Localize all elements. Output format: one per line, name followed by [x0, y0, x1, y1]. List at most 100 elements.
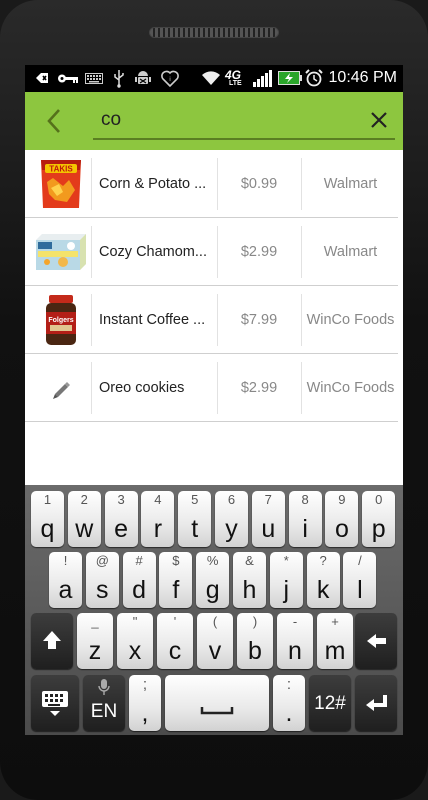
- chevron-left-icon: [47, 109, 60, 133]
- lte-label: LTE: [229, 80, 242, 87]
- key-secondary: 3: [117, 492, 125, 507]
- key-x[interactable]: " x: [117, 613, 153, 669]
- earpiece-speaker: [149, 27, 279, 38]
- divider: [217, 158, 218, 210]
- key-a[interactable]: ! a: [49, 552, 82, 608]
- key-secondary: 5: [191, 492, 199, 507]
- key-primary: i: [302, 515, 308, 543]
- divider: [301, 362, 302, 414]
- divider: [91, 158, 92, 210]
- enter-arrow-icon: [366, 695, 387, 711]
- divider: [217, 362, 218, 414]
- item-store: Walmart: [323, 176, 378, 192]
- shift-key[interactable]: [31, 613, 73, 669]
- key-secondary: *: [283, 553, 289, 568]
- key-n[interactable]: -n: [277, 613, 313, 669]
- list-item[interactable]: Folgers Instant Coffee ... $7.99 WinCo F…: [25, 286, 398, 354]
- key-l[interactable]: / l: [343, 552, 377, 608]
- key-icon: [58, 74, 78, 83]
- language-key[interactable]: EN: [83, 675, 125, 731]
- key-m[interactable]: + m: [317, 613, 353, 669]
- key-w[interactable]: 2w: [67, 491, 101, 547]
- space-key[interactable]: [165, 675, 269, 731]
- key-primary: p: [371, 515, 386, 543]
- backspace-key[interactable]: [355, 613, 397, 669]
- key-z[interactable]: _ z: [77, 613, 113, 669]
- svg-text:i: i: [169, 77, 170, 83]
- key-u[interactable]: 7u: [251, 491, 285, 547]
- item-price: $7.99: [240, 312, 278, 328]
- back-button[interactable]: [39, 104, 71, 138]
- divider: [91, 226, 92, 278]
- item-price: $0.99: [240, 176, 278, 192]
- key-d[interactable]: # d: [122, 552, 156, 608]
- coffee-brand-text: Folgers: [48, 317, 73, 324]
- key-secondary: 0: [375, 492, 383, 507]
- keyboard-icon: [36, 73, 48, 83]
- period-key[interactable]: : .: [273, 675, 305, 731]
- key-primary: y: [225, 515, 238, 543]
- key-primary: d: [132, 576, 147, 604]
- key-v[interactable]: (v: [197, 613, 233, 669]
- key-q[interactable]: 1q: [31, 491, 64, 547]
- key-secondary: &: [245, 553, 254, 568]
- item-name: Oreo cookies: [99, 380, 185, 396]
- divider: [91, 294, 92, 346]
- keyboard-settings-key[interactable]: [31, 675, 79, 731]
- key-primary: w: [75, 515, 94, 543]
- key-g[interactable]: % g: [196, 552, 230, 608]
- key-f[interactable]: $ f: [159, 552, 193, 608]
- list-item[interactable]: Oreo cookies $2.99 WinCo Foods: [25, 354, 398, 422]
- key-e[interactable]: 3e: [104, 491, 138, 547]
- 4g-lte-icon: 4G LTE: [225, 68, 247, 90]
- signal-icon: [253, 70, 272, 87]
- key-p[interactable]: 0p: [362, 491, 396, 547]
- key-secondary: -: [292, 614, 298, 629]
- key-k[interactable]: ? k: [306, 552, 340, 608]
- key-b[interactable]: ) b: [237, 613, 273, 669]
- item-name: Cozy Chamom...: [99, 244, 207, 260]
- key-r[interactable]: 4r: [141, 491, 175, 547]
- key-primary: z: [88, 637, 102, 665]
- tea-box-image: [33, 224, 89, 280]
- key-secondary: $: [172, 553, 180, 568]
- key-h[interactable]: & h: [233, 552, 266, 608]
- key-j[interactable]: * j: [269, 552, 303, 608]
- item-store: Walmart: [323, 244, 378, 260]
- key-primary: x: [128, 637, 142, 665]
- key-t[interactable]: 5t: [178, 491, 212, 547]
- key-secondary: 4: [154, 492, 162, 507]
- list-item[interactable]: TAKIS Corn & Potato ... $0.99 Walmart: [25, 150, 398, 218]
- comma-key[interactable]: ; ,: [129, 675, 161, 731]
- keyboard-hide-icon: [42, 691, 68, 716]
- keyboard-alt-icon: [85, 73, 103, 84]
- status-clock: 10:46 PM: [328, 69, 397, 86]
- key-o[interactable]: 9o: [325, 491, 359, 547]
- microphone-icon: [98, 679, 110, 695]
- list-item[interactable]: Cozy Chamom... $2.99 Walmart: [25, 218, 398, 286]
- key-secondary: _: [91, 614, 99, 629]
- search-input[interactable]: [101, 108, 341, 132]
- alarm-icon: [305, 69, 323, 87]
- key-i[interactable]: 8i: [288, 491, 322, 547]
- key-primary: n: [288, 637, 302, 665]
- symbols-key[interactable]: 12#: [309, 675, 351, 731]
- symbols-label: 12#: [314, 693, 346, 714]
- key-y[interactable]: 6y: [215, 491, 248, 547]
- clear-search-button[interactable]: [365, 106, 393, 134]
- enter-key[interactable]: [355, 675, 397, 731]
- wifi-icon: [202, 71, 220, 85]
- status-bar: i 4G LTE 10:46 PM: [25, 65, 403, 92]
- battery-charging-icon: [278, 71, 302, 85]
- key-secondary: ): [252, 614, 258, 629]
- key-secondary: 8: [301, 492, 309, 507]
- key-secondary: 6: [227, 492, 236, 507]
- divider: [217, 226, 218, 278]
- backspace-arrow-icon: [367, 634, 386, 648]
- usb-icon: [114, 70, 124, 88]
- key-s[interactable]: @ s: [85, 552, 119, 608]
- key-c[interactable]: ' c: [157, 613, 193, 669]
- key-secondary: +: [331, 614, 339, 629]
- key-primary: h: [242, 576, 257, 604]
- key-secondary: 7: [264, 492, 272, 507]
